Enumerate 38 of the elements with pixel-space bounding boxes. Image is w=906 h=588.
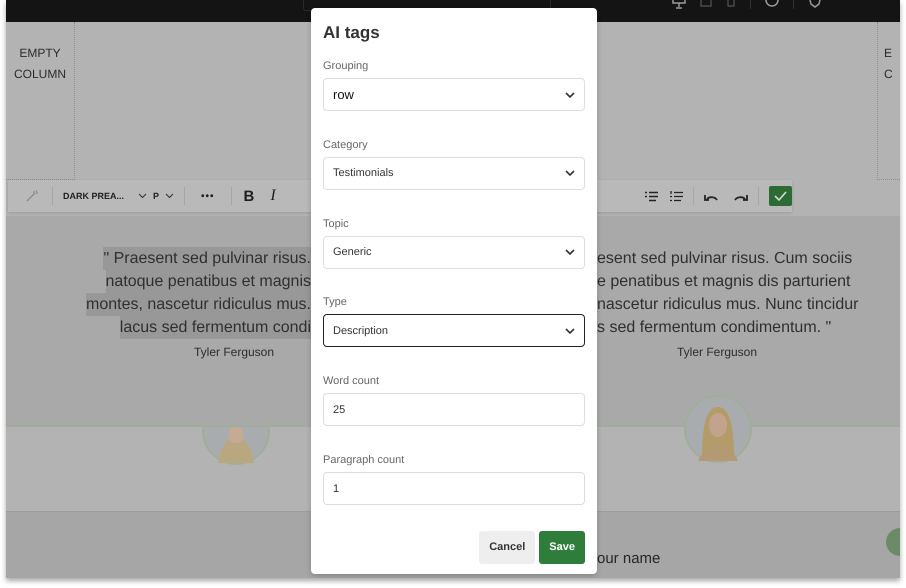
testimonial-quote: " Praesent sed pulvinar risus. natoque penatibus et magnis montes, nascetur ridiculus mus. lacus sed fermentum condi bbox=[6, 247, 311, 339]
select-field[interactable]: row bbox=[323, 78, 585, 111]
numbered-list-icon[interactable] bbox=[670, 190, 683, 202]
monitor-icon[interactable] bbox=[672, 0, 686, 10]
bold-button[interactable]: B bbox=[244, 188, 254, 204]
cancel-button[interactable]: Cancel bbox=[479, 530, 536, 564]
field-label: Type bbox=[323, 296, 348, 310]
phone-icon[interactable] bbox=[726, 0, 736, 8]
field-label: Word count bbox=[323, 375, 380, 388]
field-label: Paragraph count bbox=[323, 454, 406, 468]
save-button[interactable]: Save bbox=[539, 530, 585, 564]
input-field[interactable]: 25 bbox=[323, 393, 585, 426]
chevron-down-icon[interactable] bbox=[165, 193, 174, 199]
field-label: Grouping bbox=[323, 60, 370, 73]
testimonial-quote: esent sed pulvinar risus. Cum sociis e penatibus et magnis dis parturient nascetur ridiculus mus. Nunc tincidur s sed fermentum condimentum. " bbox=[597, 249, 860, 338]
chevron-down-icon[interactable] bbox=[138, 193, 148, 199]
chevron-down-icon bbox=[565, 328, 575, 334]
field-label: Topic bbox=[323, 218, 350, 231]
author-name: Tyler Ferguson bbox=[676, 345, 758, 359]
dialog-title: AI tags bbox=[323, 22, 381, 44]
more-button[interactable]: ••• bbox=[201, 190, 215, 202]
chevron-down-icon bbox=[565, 249, 575, 256]
italic-button[interactable]: I bbox=[270, 187, 276, 205]
tablet-icon[interactable] bbox=[700, 0, 712, 8]
block-format-dropdown[interactable]: P bbox=[153, 191, 160, 201]
style-dropdown[interactable]: DARK PREA... bbox=[63, 191, 124, 201]
confirm-button[interactable] bbox=[769, 186, 792, 206]
select-field[interactable]: Testimonials bbox=[323, 156, 585, 190]
input-field[interactable]: 1 bbox=[323, 472, 585, 506]
select-field[interactable]: Generic bbox=[323, 236, 585, 269]
empty-column: E C bbox=[877, 22, 900, 180]
chevron-down-icon bbox=[565, 170, 575, 176]
field-label: Category bbox=[323, 138, 369, 152]
name-label: our name bbox=[597, 550, 660, 567]
select-field[interactable]: Description bbox=[323, 314, 585, 348]
bulleted-list-icon[interactable] bbox=[645, 190, 658, 202]
author-name: Tyler Ferguson bbox=[193, 345, 276, 359]
chevron-down-icon bbox=[565, 92, 575, 98]
